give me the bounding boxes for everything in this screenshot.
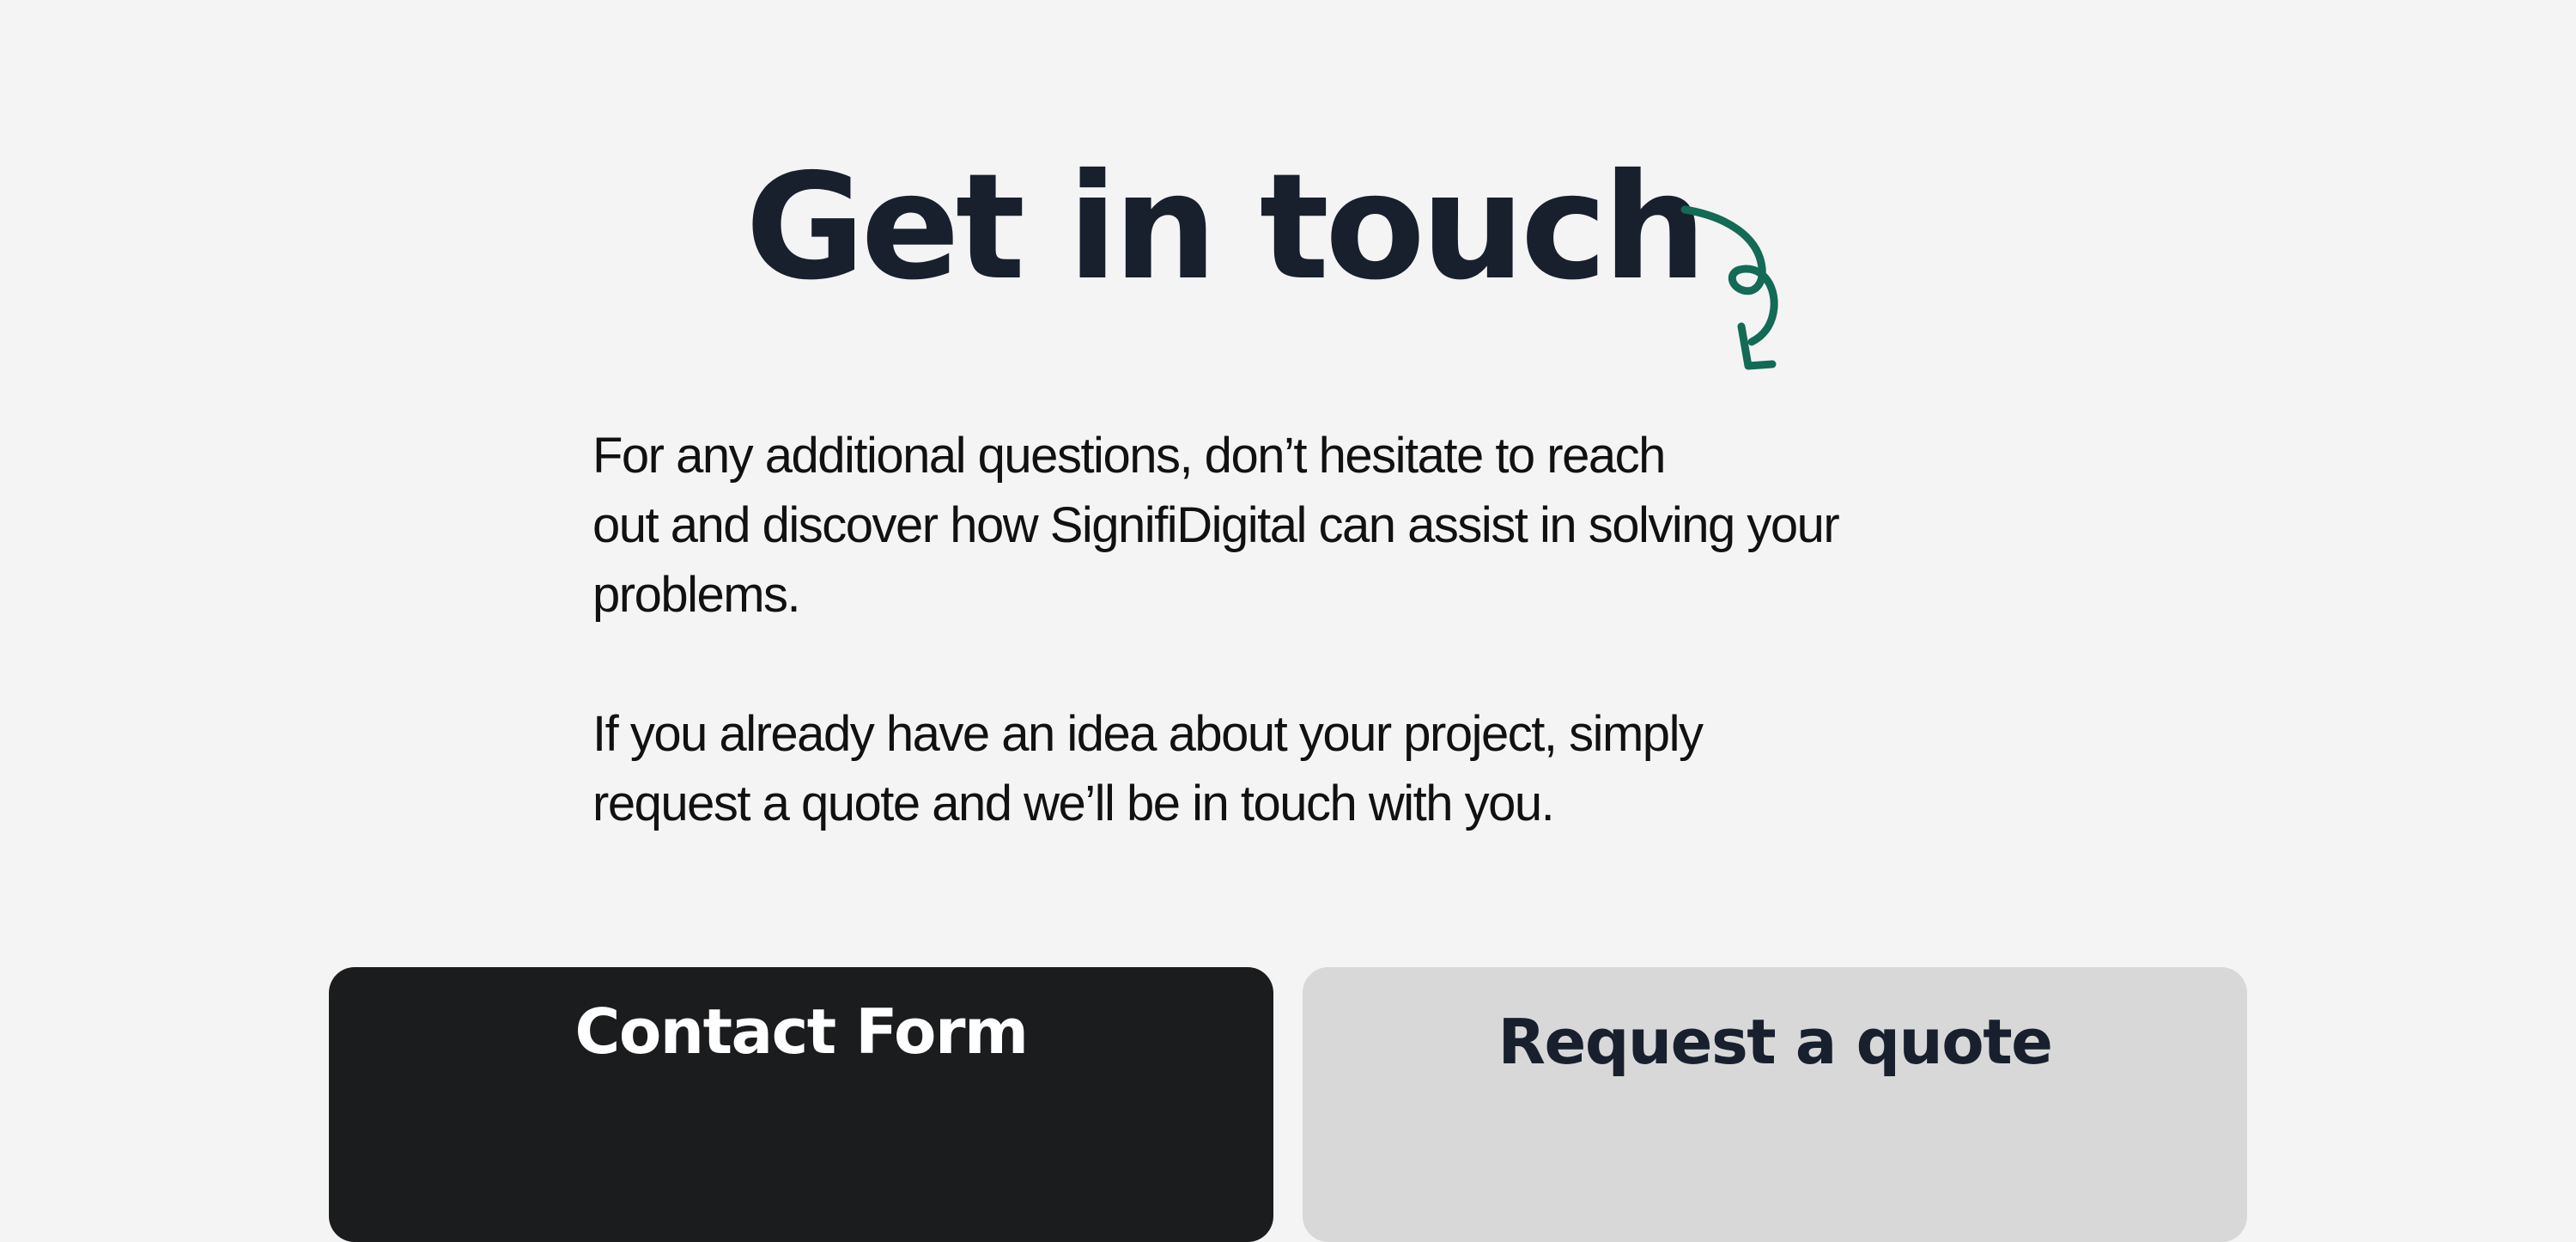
intro-paragraph-1: For any additional questions, don’t hesi… [592, 421, 2052, 630]
intro-paragraph-1-line: For any additional questions, don’t hesi… [592, 428, 1666, 484]
intro-paragraph-2: If you already have an idea about your p… [592, 699, 2052, 838]
contact-form-tab[interactable]: Contact Form [329, 967, 1273, 1242]
intro-paragraph-1-line: out and discover how SignifiDigital can … [592, 497, 1840, 553]
intro-text: For any additional questions, don’t hesi… [592, 421, 2052, 838]
request-quote-tab[interactable]: Request a quote [1303, 967, 2247, 1242]
intro-paragraph-2-line: If you already have an idea about your p… [592, 706, 1704, 762]
intro-paragraph-2-line: request a quote and we’ll be in touch wi… [592, 776, 1555, 831]
contact-form-title: Contact Form [574, 995, 1030, 1068]
intro-paragraph-1-line: problems. [592, 567, 801, 623]
curly-arrow-down-icon [1680, 205, 1778, 370]
contact-page: Get in touch For any additional question… [0, 0, 2576, 1242]
request-quote-title: Request a quote [1498, 1006, 2053, 1078]
page-title: Get in touch [745, 143, 1707, 313]
